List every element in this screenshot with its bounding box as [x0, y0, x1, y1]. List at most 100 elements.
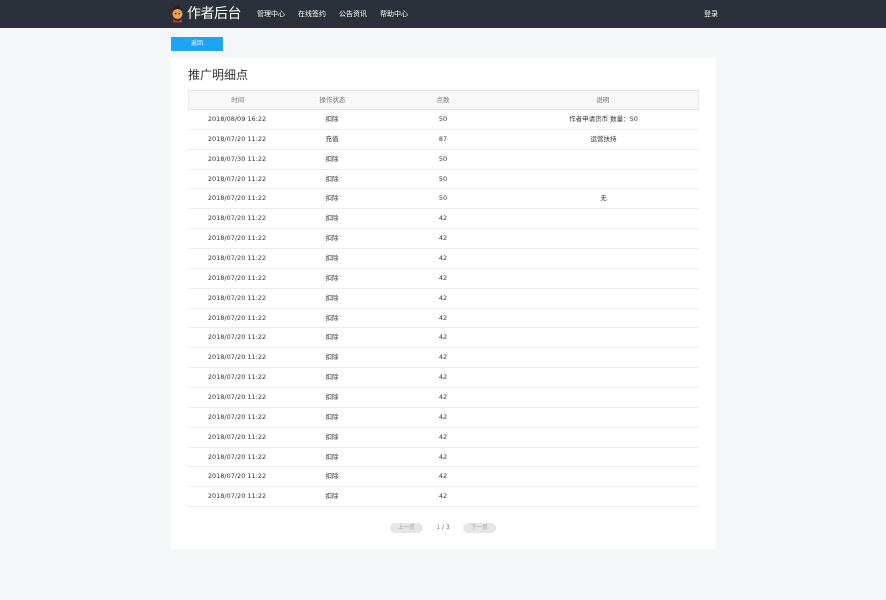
- cell-status: 充值: [325, 134, 339, 143]
- table-row: 2018/07/20 11:22 扣除 42: [188, 388, 699, 408]
- cell-description: [508, 249, 699, 268]
- table-row: 2018/07/20 11:22 充值 87 运营扶持: [188, 130, 699, 150]
- page-indicator: 1 / 3: [423, 523, 463, 533]
- cell-points: 50: [438, 174, 448, 183]
- cell-time: 2018/07/20 11:22: [207, 194, 267, 203]
- cell-time: 2018/07/20 11:22: [207, 214, 267, 223]
- table-row: 2018/07/20 11:22 扣除 42: [188, 269, 699, 289]
- total-pages: 3: [445, 523, 450, 531]
- prev-page-button[interactable]: 上一页: [390, 522, 423, 533]
- cell-status: 扣除: [325, 174, 339, 183]
- cell-description: 无: [600, 194, 607, 203]
- table-row: 2018/07/20 11:22 扣除 42: [188, 448, 699, 468]
- cell-status: 扣除: [325, 313, 339, 322]
- cell-points: 42: [438, 452, 448, 461]
- detail-panel: 推广明细点 时间 操作状态 点数 说明 2018/08/09 16:22 扣除 50…: [171, 58, 716, 549]
- table-row: 2018/07/20 11:22 扣除 50: [188, 170, 699, 190]
- cell-points: 50: [438, 115, 448, 123]
- cell-status: 扣除: [325, 293, 339, 302]
- cell-points: 42: [438, 214, 448, 223]
- nav-item-news[interactable]: 公告资讯: [339, 0, 367, 28]
- cell-points: 42: [438, 492, 448, 501]
- table-row: 2018/07/20 11:22 扣除 42: [188, 348, 699, 369]
- cell-points: 42: [438, 412, 448, 421]
- cell-time: 2018/07/20 11:22: [207, 174, 267, 183]
- cell-time: 2018/07/20 11:22: [207, 293, 267, 302]
- cell-time: 2018/07/30 11:22: [207, 154, 267, 163]
- cell-points: 42: [438, 373, 448, 382]
- table-row: 2018/07/30 11:22 扣除 50: [188, 150, 699, 170]
- cell-points: 50: [438, 194, 448, 203]
- cell-description: [508, 348, 699, 367]
- table-row: 2018/07/20 11:22 扣除 42: [188, 487, 699, 508]
- cell-points: 42: [438, 293, 448, 302]
- table-row: 2018/07/20 11:22 扣除 50 无: [188, 189, 699, 210]
- table-row: 2018/07/20 11:22 扣除 42: [188, 328, 699, 349]
- cell-status: 扣除: [325, 194, 339, 203]
- cell-description: [508, 368, 699, 387]
- table-row: 2018/07/20 11:22 扣除 42: [188, 467, 699, 488]
- cell-status: 扣除: [325, 234, 339, 243]
- table-row: 2018/07/20 11:22 扣除 42: [188, 368, 699, 389]
- top-navigation-bar: 作者后台 管理中心 在线签约 公告资讯 帮助中心 登录: [0, 0, 886, 28]
- cell-description: [508, 328, 699, 347]
- back-button[interactable]: 返回: [171, 37, 223, 51]
- cell-status: 扣除: [325, 333, 339, 342]
- table-row: 2018/07/20 11:22 扣除 42: [188, 249, 699, 269]
- cell-status: 扣除: [325, 393, 339, 402]
- cell-points: 42: [438, 353, 448, 362]
- cell-status: 扣除: [325, 273, 339, 282]
- cell-description: 作者申请货币 数量：50: [569, 115, 638, 123]
- table-row: 2018/07/20 11:22 扣除 42: [188, 209, 699, 230]
- cell-time: 2018/07/20 11:22: [207, 432, 267, 441]
- table-row: 2018/07/20 11:22 扣除 42: [188, 408, 699, 428]
- column-header-status: 操作状态: [319, 96, 346, 104]
- cell-time: 2018/07/20 11:22: [207, 492, 267, 501]
- cell-description: [508, 170, 699, 189]
- cell-description: [508, 467, 699, 486]
- pagination: 上一页 1 / 3 下一页: [390, 522, 496, 533]
- cell-status: 扣除: [325, 115, 339, 123]
- cell-status: 扣除: [325, 412, 339, 421]
- column-header-description: 说明: [596, 96, 610, 104]
- points-detail-table: 时间 操作状态 点数 说明 2018/08/09 16:22 扣除 50 作者申请货币…: [188, 90, 699, 508]
- cell-description: [508, 229, 699, 248]
- main-nav: 管理中心 在线签约 公告资讯 帮助中心: [257, 0, 421, 28]
- cell-status: 扣除: [325, 472, 339, 481]
- cell-status: 扣除: [325, 432, 339, 441]
- cell-time: 2018/08/09 16:22: [207, 115, 267, 123]
- cell-points: 42: [438, 432, 448, 441]
- cell-time: 2018/07/20 11:22: [207, 134, 267, 143]
- cell-status: 扣除: [325, 492, 339, 501]
- cell-description: [508, 309, 699, 328]
- cell-status: 扣除: [325, 254, 339, 263]
- cell-description: [508, 448, 699, 467]
- cell-time: 2018/07/20 11:22: [207, 412, 267, 421]
- site-logo[interactable]: 作者后台: [170, 3, 242, 25]
- table-row: 2018/07/20 11:22 扣除 42: [188, 229, 699, 250]
- cell-description: [508, 209, 699, 228]
- next-page-button[interactable]: 下一页: [463, 522, 496, 533]
- nav-item-management[interactable]: 管理中心: [257, 0, 285, 28]
- cell-status: 扣除: [325, 452, 339, 461]
- nav-item-help[interactable]: 帮助中心: [380, 0, 408, 28]
- cell-time: 2018/07/20 11:22: [207, 393, 267, 402]
- column-header-time: 时间: [231, 96, 245, 104]
- cell-description: [508, 150, 699, 169]
- cell-time: 2018/07/20 11:22: [207, 373, 267, 382]
- login-link[interactable]: 登录: [704, 0, 718, 28]
- cell-time: 2018/07/20 11:22: [207, 333, 267, 342]
- cell-points: 42: [438, 254, 448, 263]
- cell-status: 扣除: [325, 353, 339, 362]
- cell-status: 扣除: [325, 214, 339, 223]
- cell-points: 42: [438, 393, 448, 402]
- cell-time: 2018/07/20 11:22: [207, 234, 267, 243]
- table-row: 2018/08/09 16:22 扣除 50 作者申请货币 数量：50: [188, 110, 699, 130]
- column-header-points: 点数: [436, 96, 450, 104]
- logo-text: 作者后台: [187, 6, 242, 22]
- cell-points: 42: [438, 273, 448, 282]
- table-header: 时间 操作状态 点数 说明: [188, 90, 699, 110]
- cell-time: 2018/07/20 11:22: [207, 353, 267, 362]
- nav-item-contract[interactable]: 在线签约: [298, 0, 326, 28]
- cell-time: 2018/07/20 11:22: [207, 452, 267, 461]
